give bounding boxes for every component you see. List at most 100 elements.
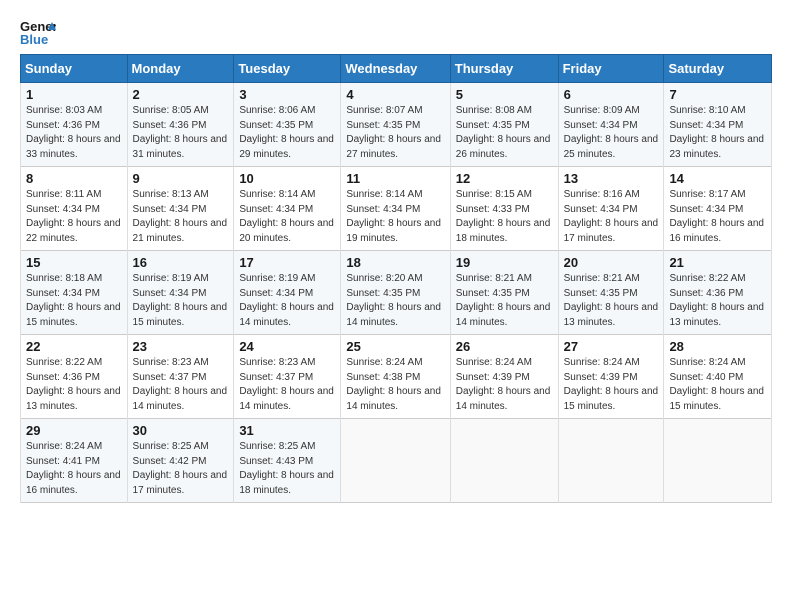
day-info: Sunrise: 8:05 AMSunset: 4:36 PMDaylight:… bbox=[133, 104, 229, 162]
calendar-cell: 10 Sunrise: 8:14 AMSunset: 4:34 PMDayligh… bbox=[234, 167, 341, 251]
calendar-cell: 8 Sunrise: 8:11 AMSunset: 4:34 PMDaylight… bbox=[21, 167, 128, 251]
calendar-cell: 19Sunrise: 8:21 AMSunset: 4:35 PMDayligh… bbox=[450, 251, 558, 335]
day-number: 13 bbox=[564, 171, 659, 186]
calendar-cell: 31 Sunrise: 8:25 AMSunset: 4:43 PMDayligh… bbox=[234, 419, 341, 503]
day-info: Sunrise: 8:15 AMSunset: 4:33 PMDaylight:… bbox=[456, 188, 553, 246]
day-number: 25 bbox=[346, 339, 444, 354]
calendar-cell: 11Sunrise: 8:14 AMSunset: 4:34 PMDayligh… bbox=[341, 167, 450, 251]
logo: General Blue bbox=[20, 18, 56, 46]
calendar-cell: 12 Sunrise: 8:15 AMSunset: 4:33 PMDayligh… bbox=[450, 167, 558, 251]
day-info: Sunrise: 8:24 AMSunset: 4:38 PMDaylight:… bbox=[346, 356, 444, 414]
day-number: 31 bbox=[239, 423, 335, 438]
day-info: Sunrise: 8:19 AMSunset: 4:34 PMDaylight:… bbox=[133, 272, 229, 330]
day-number: 7 bbox=[669, 87, 766, 102]
calendar-cell: 26 Sunrise: 8:24 AMSunset: 4:39 PMDayligh… bbox=[450, 335, 558, 419]
day-info: Sunrise: 8:24 AMSunset: 4:40 PMDaylight:… bbox=[669, 356, 766, 414]
day-info: Sunrise: 8:17 AMSunset: 4:34 PMDaylight:… bbox=[669, 188, 766, 246]
day-info: Sunrise: 8:21 AMSunset: 4:35 PMDaylight:… bbox=[564, 272, 659, 330]
calendar-cell: 16 Sunrise: 8:19 AMSunset: 4:34 PMDayligh… bbox=[127, 251, 234, 335]
day-number: 30 bbox=[133, 423, 229, 438]
day-number: 22 bbox=[26, 339, 122, 354]
day-info: Sunrise: 8:20 AMSunset: 4:35 PMDaylight:… bbox=[346, 272, 444, 330]
day-info: Sunrise: 8:25 AMSunset: 4:43 PMDaylight:… bbox=[239, 440, 335, 498]
day-number: 18 bbox=[346, 255, 444, 270]
calendar-cell: 2 Sunrise: 8:05 AMSunset: 4:36 PMDaylight… bbox=[127, 83, 234, 167]
day-info: Sunrise: 8:23 AMSunset: 4:37 PMDaylight:… bbox=[133, 356, 229, 414]
weekday-header-thursday: Thursday bbox=[450, 55, 558, 83]
logo-icon: General Blue bbox=[20, 18, 56, 46]
day-number: 10 bbox=[239, 171, 335, 186]
day-info: Sunrise: 8:19 AMSunset: 4:34 PMDaylight:… bbox=[239, 272, 335, 330]
day-number: 8 bbox=[26, 171, 122, 186]
day-info: Sunrise: 8:24 AMSunset: 4:41 PMDaylight:… bbox=[26, 440, 122, 498]
calendar-cell: 24 Sunrise: 8:23 AMSunset: 4:37 PMDayligh… bbox=[234, 335, 341, 419]
calendar-cell: 4 Sunrise: 8:07 AMSunset: 4:35 PMDaylight… bbox=[341, 83, 450, 167]
svg-text:Blue: Blue bbox=[20, 32, 48, 46]
day-info: Sunrise: 8:23 AMSunset: 4:37 PMDaylight:… bbox=[239, 356, 335, 414]
calendar-cell: 7Sunrise: 8:10 AMSunset: 4:34 PMDaylight… bbox=[664, 83, 772, 167]
day-info: Sunrise: 8:08 AMSunset: 4:35 PMDaylight:… bbox=[456, 104, 553, 162]
day-number: 27 bbox=[564, 339, 659, 354]
day-number: 15 bbox=[26, 255, 122, 270]
weekday-header-wednesday: Wednesday bbox=[341, 55, 450, 83]
day-number: 29 bbox=[26, 423, 122, 438]
day-info: Sunrise: 8:07 AMSunset: 4:35 PMDaylight:… bbox=[346, 104, 444, 162]
calendar-cell: 29 Sunrise: 8:24 AMSunset: 4:41 PMDayligh… bbox=[21, 419, 128, 503]
day-number: 20 bbox=[564, 255, 659, 270]
weekday-header-tuesday: Tuesday bbox=[234, 55, 341, 83]
calendar-cell: 13 Sunrise: 8:16 AMSunset: 4:34 PMDayligh… bbox=[558, 167, 664, 251]
calendar-week-row: 1 Sunrise: 8:03 AMSunset: 4:36 PMDaylight… bbox=[21, 83, 772, 167]
day-number: 24 bbox=[239, 339, 335, 354]
calendar-cell: 21Sunrise: 8:22 AMSunset: 4:36 PMDayligh… bbox=[664, 251, 772, 335]
day-number: 12 bbox=[456, 171, 553, 186]
day-info: Sunrise: 8:24 AMSunset: 4:39 PMDaylight:… bbox=[564, 356, 659, 414]
day-number: 23 bbox=[133, 339, 229, 354]
calendar-cell: 28 Sunrise: 8:24 AMSunset: 4:40 PMDayligh… bbox=[664, 335, 772, 419]
weekday-header-friday: Friday bbox=[558, 55, 664, 83]
day-info: Sunrise: 8:25 AMSunset: 4:42 PMDaylight:… bbox=[133, 440, 229, 498]
day-number: 6 bbox=[564, 87, 659, 102]
day-number: 26 bbox=[456, 339, 553, 354]
calendar-cell: 20 Sunrise: 8:21 AMSunset: 4:35 PMDayligh… bbox=[558, 251, 664, 335]
calendar-cell: 22Sunrise: 8:22 AMSunset: 4:36 PMDayligh… bbox=[21, 335, 128, 419]
day-number: 11 bbox=[346, 171, 444, 186]
day-number: 14 bbox=[669, 171, 766, 186]
day-number: 1 bbox=[26, 87, 122, 102]
day-info: Sunrise: 8:24 AMSunset: 4:39 PMDaylight:… bbox=[456, 356, 553, 414]
calendar-cell bbox=[558, 419, 664, 503]
day-number: 4 bbox=[346, 87, 444, 102]
day-number: 5 bbox=[456, 87, 553, 102]
calendar-table: SundayMondayTuesdayWednesdayThursdayFrid… bbox=[20, 54, 772, 503]
day-info: Sunrise: 8:11 AMSunset: 4:34 PMDaylight:… bbox=[26, 188, 122, 246]
calendar-cell bbox=[341, 419, 450, 503]
day-info: Sunrise: 8:09 AMSunset: 4:34 PMDaylight:… bbox=[564, 104, 659, 162]
day-info: Sunrise: 8:14 AMSunset: 4:34 PMDaylight:… bbox=[239, 188, 335, 246]
day-number: 2 bbox=[133, 87, 229, 102]
page: General Blue SundayMondayTuesdayWednesda… bbox=[0, 0, 792, 612]
calendar-cell: 9 Sunrise: 8:13 AMSunset: 4:34 PMDaylight… bbox=[127, 167, 234, 251]
calendar-cell: 18 Sunrise: 8:20 AMSunset: 4:35 PMDayligh… bbox=[341, 251, 450, 335]
calendar-cell: 23 Sunrise: 8:23 AMSunset: 4:37 PMDayligh… bbox=[127, 335, 234, 419]
calendar-cell: 14 Sunrise: 8:17 AMSunset: 4:34 PMDayligh… bbox=[664, 167, 772, 251]
calendar-cell: 25 Sunrise: 8:24 AMSunset: 4:38 PMDayligh… bbox=[341, 335, 450, 419]
day-number: 28 bbox=[669, 339, 766, 354]
day-info: Sunrise: 8:03 AMSunset: 4:36 PMDaylight:… bbox=[26, 104, 122, 162]
calendar-cell: 5 Sunrise: 8:08 AMSunset: 4:35 PMDaylight… bbox=[450, 83, 558, 167]
day-info: Sunrise: 8:06 AMSunset: 4:35 PMDaylight:… bbox=[239, 104, 335, 162]
weekday-header-sunday: Sunday bbox=[21, 55, 128, 83]
day-info: Sunrise: 8:13 AMSunset: 4:34 PMDaylight:… bbox=[133, 188, 229, 246]
weekday-header-monday: Monday bbox=[127, 55, 234, 83]
day-number: 16 bbox=[133, 255, 229, 270]
calendar-cell: 27 Sunrise: 8:24 AMSunset: 4:39 PMDayligh… bbox=[558, 335, 664, 419]
day-number: 3 bbox=[239, 87, 335, 102]
day-number: 21 bbox=[669, 255, 766, 270]
day-number: 19 bbox=[456, 255, 553, 270]
day-number: 17 bbox=[239, 255, 335, 270]
day-info: Sunrise: 8:18 AMSunset: 4:34 PMDaylight:… bbox=[26, 272, 122, 330]
calendar-cell bbox=[450, 419, 558, 503]
day-info: Sunrise: 8:16 AMSunset: 4:34 PMDaylight:… bbox=[564, 188, 659, 246]
day-number: 9 bbox=[133, 171, 229, 186]
calendar-cell: 6 Sunrise: 8:09 AMSunset: 4:34 PMDaylight… bbox=[558, 83, 664, 167]
calendar-cell: 17 Sunrise: 8:19 AMSunset: 4:34 PMDayligh… bbox=[234, 251, 341, 335]
calendar-week-row: 15 Sunrise: 8:18 AMSunset: 4:34 PMDayligh… bbox=[21, 251, 772, 335]
